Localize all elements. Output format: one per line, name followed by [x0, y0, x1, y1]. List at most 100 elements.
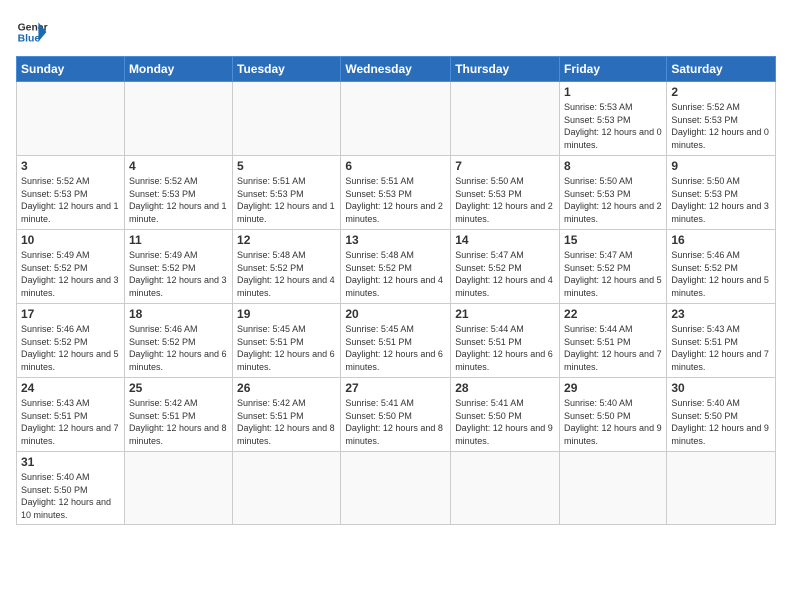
calendar-cell [341, 82, 451, 156]
day-info: Sunrise: 5:50 AM Sunset: 5:53 PM Dayligh… [564, 175, 662, 225]
calendar-cell: 6Sunrise: 5:51 AM Sunset: 5:53 PM Daylig… [341, 156, 451, 230]
day-info: Sunrise: 5:43 AM Sunset: 5:51 PM Dayligh… [671, 323, 771, 373]
day-number: 25 [129, 381, 228, 395]
calendar-week-row: 3Sunrise: 5:52 AM Sunset: 5:53 PM Daylig… [17, 156, 776, 230]
calendar-cell: 29 Sunrise: 5:40 AM Sunset: 5:50 PM Dayli… [560, 378, 667, 452]
calendar-cell: 23Sunrise: 5:43 AM Sunset: 5:51 PM Dayli… [667, 304, 776, 378]
weekday-header-monday: Monday [124, 57, 232, 82]
calendar-cell [451, 82, 560, 156]
day-info: Sunrise: 5:49 AM Sunset: 5:52 PM Dayligh… [129, 249, 228, 299]
day-number: 31 [21, 455, 120, 469]
day-info: Sunrise: 5:44 AM Sunset: 5:51 PM Dayligh… [455, 323, 555, 373]
day-number: 6 [345, 159, 446, 173]
day-number: 1 [564, 85, 662, 99]
day-number: 21 [455, 307, 555, 321]
day-number: 17 [21, 307, 120, 321]
calendar-cell: 3Sunrise: 5:52 AM Sunset: 5:53 PM Daylig… [17, 156, 125, 230]
day-number: 14 [455, 233, 555, 247]
logo: General Blue [16, 16, 48, 48]
day-info: Sunrise: 5:47 AM Sunset: 5:52 PM Dayligh… [455, 249, 555, 299]
day-number: 22 [564, 307, 662, 321]
calendar-cell: 21 Sunrise: 5:44 AM Sunset: 5:51 PM Dayli… [451, 304, 560, 378]
day-number: 29 [564, 381, 662, 395]
calendar-cell: 17Sunrise: 5:46 AM Sunset: 5:52 PM Dayli… [17, 304, 125, 378]
calendar-cell: 18Sunrise: 5:46 AM Sunset: 5:52 PM Dayli… [124, 304, 232, 378]
day-number: 30 [671, 381, 771, 395]
calendar-cell: 1 Sunrise: 5:53 AM Sunset: 5:53 PM Daylig… [560, 82, 667, 156]
calendar-cell: 14 Sunrise: 5:47 AM Sunset: 5:52 PM Dayli… [451, 230, 560, 304]
calendar-cell [560, 452, 667, 525]
day-number: 4 [129, 159, 228, 173]
calendar-cell [17, 82, 125, 156]
day-number: 7 [455, 159, 555, 173]
day-info: Sunrise: 5:48 AM Sunset: 5:52 PM Dayligh… [237, 249, 336, 299]
calendar-cell [124, 452, 232, 525]
day-info: Sunrise: 5:40 AM Sunset: 5:50 PM Dayligh… [21, 471, 120, 521]
calendar-cell: 31 Sunrise: 5:40 AM Sunset: 5:50 PM Dayli… [17, 452, 125, 525]
day-number: 12 [237, 233, 336, 247]
day-number: 20 [345, 307, 446, 321]
calendar-table: SundayMondayTuesdayWednesdayThursdayFrid… [16, 56, 776, 525]
calendar-cell [233, 82, 341, 156]
day-number: 2 [671, 85, 771, 99]
day-number: 26 [237, 381, 336, 395]
calendar-cell: 10 Sunrise: 5:49 AM Sunset: 5:52 PM Dayli… [17, 230, 125, 304]
weekday-header-row: SundayMondayTuesdayWednesdayThursdayFrid… [17, 57, 776, 82]
day-info: Sunrise: 5:43 AM Sunset: 5:51 PM Dayligh… [21, 397, 120, 447]
day-number: 9 [671, 159, 771, 173]
day-number: 8 [564, 159, 662, 173]
calendar-cell [667, 452, 776, 525]
day-number: 10 [21, 233, 120, 247]
day-info: Sunrise: 5:46 AM Sunset: 5:52 PM Dayligh… [129, 323, 228, 373]
svg-text:Blue: Blue [18, 34, 41, 45]
calendar-cell: 30 Sunrise: 5:40 AM Sunset: 5:50 PM Dayli… [667, 378, 776, 452]
calendar-cell: 15 Sunrise: 5:47 AM Sunset: 5:52 PM Dayli… [560, 230, 667, 304]
calendar-cell: 25 Sunrise: 5:42 AM Sunset: 5:51 PM Dayli… [124, 378, 232, 452]
day-info: Sunrise: 5:52 AM Sunset: 5:53 PM Dayligh… [21, 175, 120, 225]
day-info: Sunrise: 5:49 AM Sunset: 5:52 PM Dayligh… [21, 249, 120, 299]
calendar-cell [341, 452, 451, 525]
day-info: Sunrise: 5:46 AM Sunset: 5:52 PM Dayligh… [671, 249, 771, 299]
day-info: Sunrise: 5:44 AM Sunset: 5:51 PM Dayligh… [564, 323, 662, 373]
day-info: Sunrise: 5:50 AM Sunset: 5:53 PM Dayligh… [455, 175, 555, 225]
day-info: Sunrise: 5:42 AM Sunset: 5:51 PM Dayligh… [129, 397, 228, 447]
logo-icon: General Blue [16, 16, 48, 48]
day-info: Sunrise: 5:45 AM Sunset: 5:51 PM Dayligh… [237, 323, 336, 373]
calendar-week-row: 24Sunrise: 5:43 AM Sunset: 5:51 PM Dayli… [17, 378, 776, 452]
weekday-header-thursday: Thursday [451, 57, 560, 82]
calendar-cell: 19 Sunrise: 5:45 AM Sunset: 5:51 PM Dayli… [233, 304, 341, 378]
calendar-cell: 27 Sunrise: 5:41 AM Sunset: 5:50 PM Dayli… [341, 378, 451, 452]
day-info: Sunrise: 5:48 AM Sunset: 5:52 PM Dayligh… [345, 249, 446, 299]
day-info: Sunrise: 5:40 AM Sunset: 5:50 PM Dayligh… [564, 397, 662, 447]
calendar-cell: 9 Sunrise: 5:50 AM Sunset: 5:53 PM Daylig… [667, 156, 776, 230]
calendar-cell: 12 Sunrise: 5:48 AM Sunset: 5:52 PM Dayli… [233, 230, 341, 304]
weekday-header-tuesday: Tuesday [233, 57, 341, 82]
weekday-header-wednesday: Wednesday [341, 57, 451, 82]
day-info: Sunrise: 5:47 AM Sunset: 5:52 PM Dayligh… [564, 249, 662, 299]
calendar-cell: 20 Sunrise: 5:45 AM Sunset: 5:51 PM Dayli… [341, 304, 451, 378]
day-number: 27 [345, 381, 446, 395]
calendar-cell: 24Sunrise: 5:43 AM Sunset: 5:51 PM Dayli… [17, 378, 125, 452]
day-info: Sunrise: 5:40 AM Sunset: 5:50 PM Dayligh… [671, 397, 771, 447]
calendar-week-row: 10 Sunrise: 5:49 AM Sunset: 5:52 PM Dayli… [17, 230, 776, 304]
weekday-header-friday: Friday [560, 57, 667, 82]
day-info: Sunrise: 5:41 AM Sunset: 5:50 PM Dayligh… [345, 397, 446, 447]
calendar-cell: 28Sunrise: 5:41 AM Sunset: 5:50 PM Dayli… [451, 378, 560, 452]
day-info: Sunrise: 5:52 AM Sunset: 5:53 PM Dayligh… [129, 175, 228, 225]
day-number: 15 [564, 233, 662, 247]
calendar-cell: 11Sunrise: 5:49 AM Sunset: 5:52 PM Dayli… [124, 230, 232, 304]
day-info: Sunrise: 5:53 AM Sunset: 5:53 PM Dayligh… [564, 101, 662, 151]
weekday-header-sunday: Sunday [17, 57, 125, 82]
calendar-week-row: 31 Sunrise: 5:40 AM Sunset: 5:50 PM Dayli… [17, 452, 776, 525]
day-info: Sunrise: 5:50 AM Sunset: 5:53 PM Dayligh… [671, 175, 771, 225]
day-number: 13 [345, 233, 446, 247]
day-number: 19 [237, 307, 336, 321]
calendar-week-row: 1 Sunrise: 5:53 AM Sunset: 5:53 PM Daylig… [17, 82, 776, 156]
day-info: Sunrise: 5:51 AM Sunset: 5:53 PM Dayligh… [237, 175, 336, 225]
calendar-cell: 16Sunrise: 5:46 AM Sunset: 5:52 PM Dayli… [667, 230, 776, 304]
day-info: Sunrise: 5:45 AM Sunset: 5:51 PM Dayligh… [345, 323, 446, 373]
calendar-cell [451, 452, 560, 525]
calendar-cell: 22 Sunrise: 5:44 AM Sunset: 5:51 PM Dayli… [560, 304, 667, 378]
calendar-cell: 5Sunrise: 5:51 AM Sunset: 5:53 PM Daylig… [233, 156, 341, 230]
page-header: General Blue [16, 16, 776, 48]
